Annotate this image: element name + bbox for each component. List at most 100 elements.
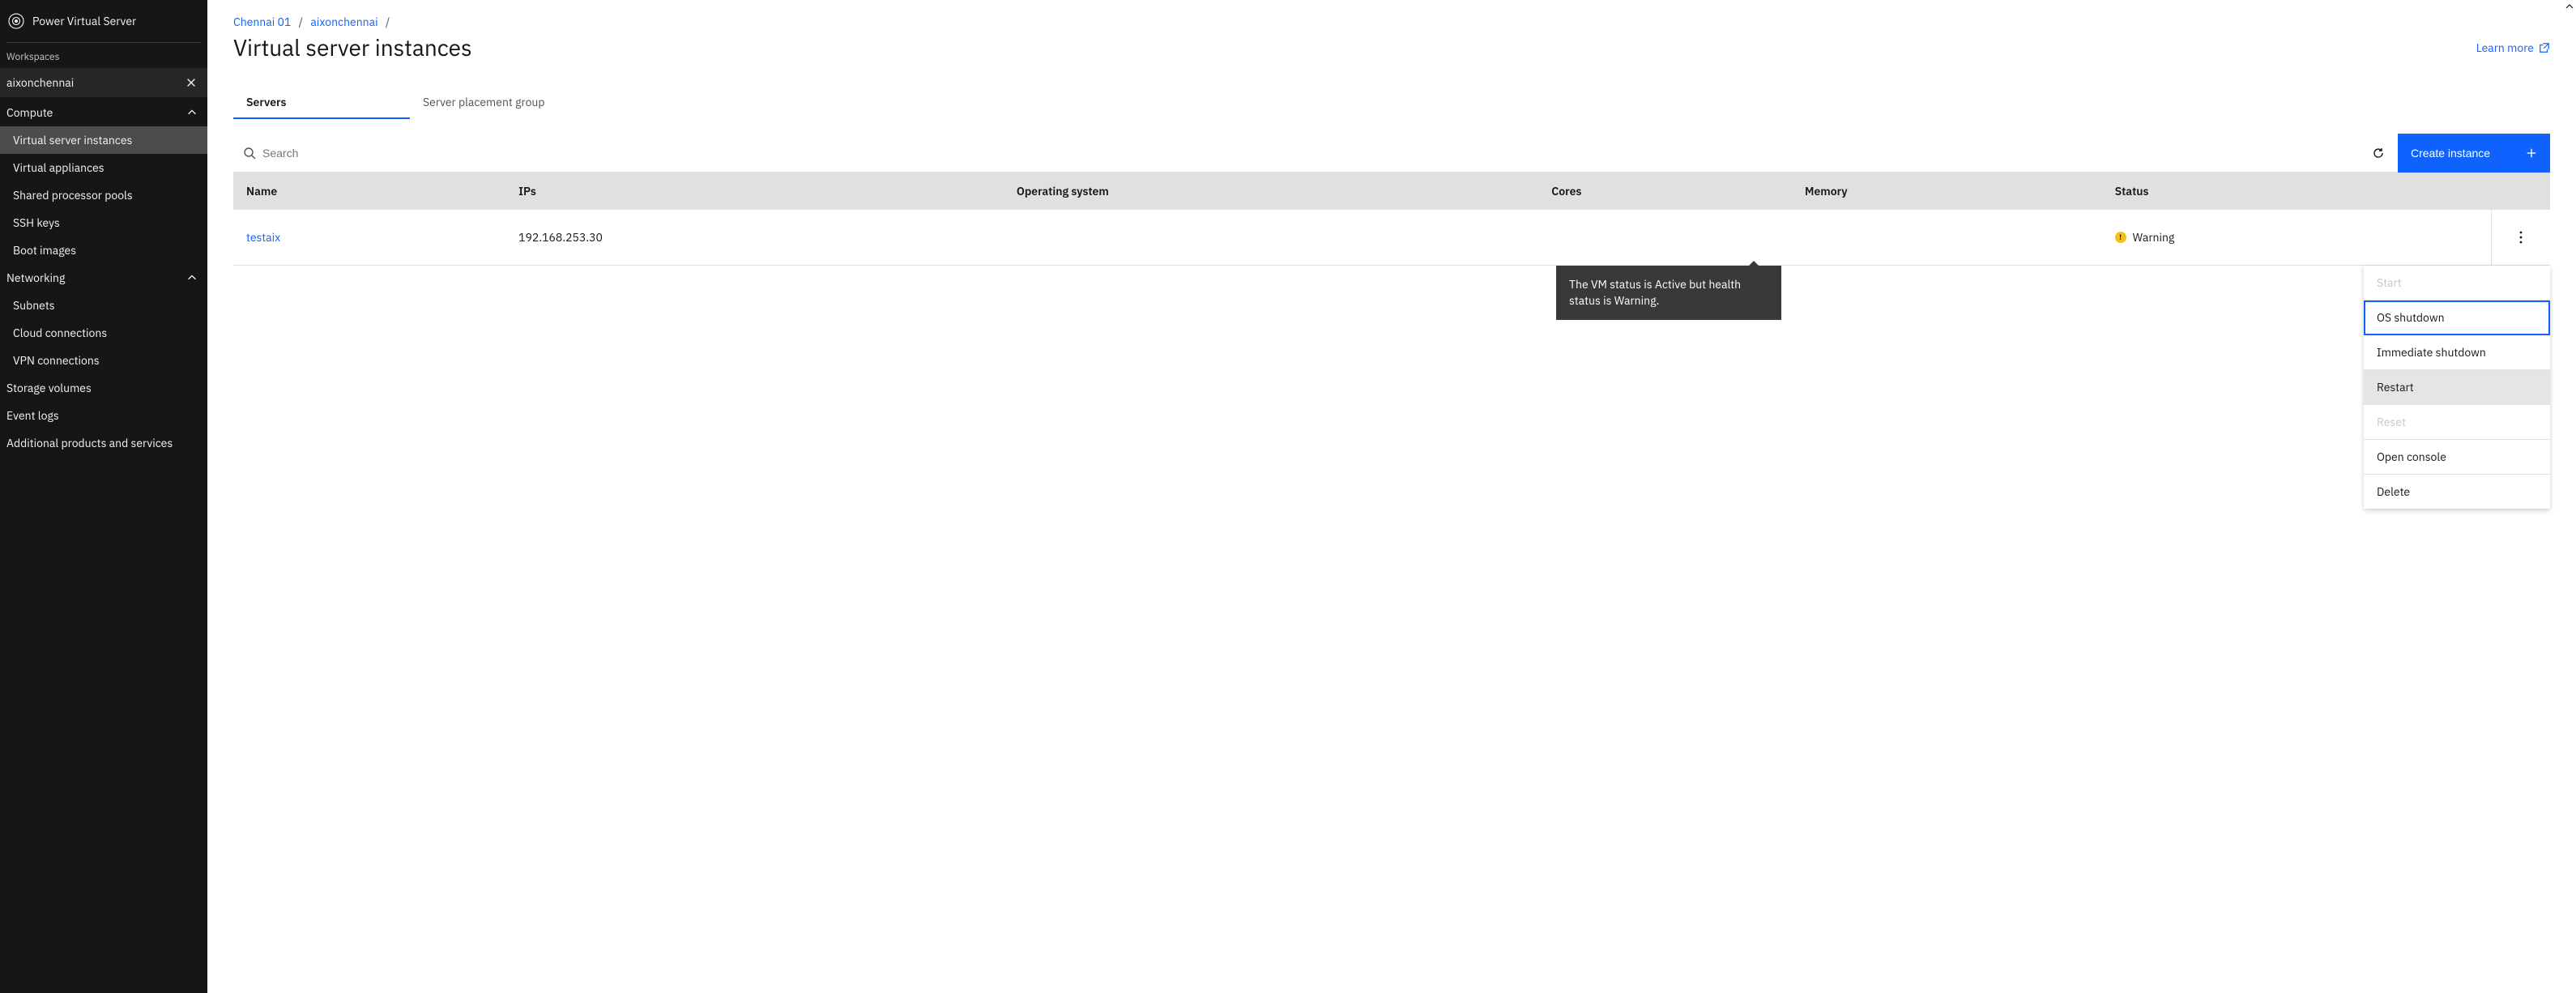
search-wrapper: [233, 134, 2359, 173]
nav-item-label: Shared processor pools: [13, 188, 133, 202]
refresh-button[interactable]: [2359, 134, 2398, 173]
sidebar-item-virtual-server-instances[interactable]: Virtual server instances: [0, 126, 207, 154]
breadcrumb-sep: /: [381, 15, 395, 29]
product-icon: [6, 11, 26, 31]
learn-more-label: Learn more: [2476, 40, 2534, 55]
learn-more-link[interactable]: Learn more: [2476, 40, 2550, 55]
nav-item-label: Virtual appliances: [13, 160, 104, 175]
menu-item-immediate-shutdown[interactable]: Immediate shutdown: [2364, 335, 2550, 370]
col-memory[interactable]: Memory: [1792, 173, 2102, 210]
workspace-name: aixonchennai: [6, 75, 74, 90]
tab-label: Servers: [246, 95, 287, 109]
breadcrumb-region[interactable]: Chennai 01: [233, 15, 291, 29]
nav-item-label: Storage volumes: [6, 381, 92, 395]
nav-item-label: Event logs: [6, 408, 59, 423]
instance-cores: [1538, 210, 1792, 266]
divider: [6, 42, 201, 43]
workspace-selector[interactable]: aixonchennai: [0, 68, 207, 97]
col-os[interactable]: Operating system: [1004, 173, 1538, 210]
tooltip-text: The VM status is Active but health statu…: [1569, 277, 1741, 308]
table-header-row: Name IPs Operating system Cores Memory S…: [233, 173, 2550, 210]
table-row: testaix 192.168.253.30 Warning: [233, 210, 2550, 266]
main-content: Chennai 01 / aixonchennai / Virtual serv…: [207, 0, 2576, 993]
page-title: Virtual server instances: [233, 32, 472, 62]
instances-table: Name IPs Operating system Cores Memory S…: [233, 173, 2550, 266]
sidebar-item-shared-processor-pools[interactable]: Shared processor pools: [0, 181, 207, 209]
status-cell: Warning: [2115, 230, 2478, 245]
instance-ip: 192.168.253.30: [505, 210, 1004, 266]
status-text: Warning: [2133, 230, 2175, 245]
tabs: Servers Server placement group: [233, 85, 2550, 119]
sidebar-item-storage-volumes[interactable]: Storage volumes: [0, 374, 207, 402]
menu-item-label: Restart: [2377, 380, 2414, 394]
product-title: Power Virtual Server: [32, 14, 136, 28]
nav-item-label: Virtual server instances: [13, 133, 132, 147]
breadcrumb-workspace[interactable]: aixonchennai: [310, 15, 377, 29]
nav-item-label: Subnets: [13, 298, 55, 313]
nav-group-networking[interactable]: Networking: [0, 264, 207, 292]
nav-group-label: Networking: [6, 271, 65, 285]
chevron-up-icon: [186, 107, 198, 118]
tab-servers[interactable]: Servers: [233, 85, 410, 119]
sidebar-item-event-logs[interactable]: Event logs: [0, 402, 207, 429]
create-label: Create instance: [2411, 147, 2490, 160]
menu-item-label: OS shutdown: [2377, 310, 2445, 325]
col-cores[interactable]: Cores: [1538, 173, 1792, 210]
menu-item-label: Open console: [2377, 450, 2446, 464]
col-ips[interactable]: IPs: [505, 173, 1004, 210]
sidebar-item-cloud-connections[interactable]: Cloud connections: [0, 319, 207, 347]
workspaces-label: Workspaces: [0, 51, 207, 68]
status-tooltip: The VM status is Active but health statu…: [1556, 266, 1781, 320]
plus-icon: [2526, 147, 2537, 159]
search-icon: [243, 147, 256, 160]
menu-item-label: Start: [2377, 275, 2402, 290]
nav-item-label: VPN connections: [13, 353, 100, 368]
sidebar-item-virtual-appliances[interactable]: Virtual appliances: [0, 154, 207, 181]
sidebar-item-ssh-keys[interactable]: SSH keys: [0, 209, 207, 237]
menu-item-label: Immediate shutdown: [2377, 345, 2486, 360]
chevron-up-icon: [186, 272, 198, 283]
nav-item-label: SSH keys: [13, 215, 60, 230]
tab-label: Server placement group: [423, 95, 545, 109]
row-actions-menu: Start OS shutdown Immediate shutdown Res…: [2364, 266, 2550, 509]
create-instance-button[interactable]: Create instance: [2398, 134, 2550, 173]
tab-server-placement-group[interactable]: Server placement group: [410, 85, 586, 119]
instance-memory: [1792, 210, 2102, 266]
menu-item-delete[interactable]: Delete: [2364, 475, 2550, 509]
sidebar: Power Virtual Server Workspaces aixonche…: [0, 0, 207, 993]
sidebar-item-vpn-connections[interactable]: VPN connections: [0, 347, 207, 374]
col-name[interactable]: Name: [233, 173, 505, 210]
menu-item-start: Start: [2364, 266, 2550, 300]
nav-group-compute[interactable]: Compute: [0, 99, 207, 126]
row-actions-button[interactable]: [2505, 221, 2537, 254]
page-header: Virtual server instances Learn more: [233, 32, 2550, 62]
menu-item-os-shutdown[interactable]: OS shutdown: [2364, 300, 2550, 335]
close-icon[interactable]: [183, 75, 199, 91]
col-actions: [2492, 173, 2551, 210]
nav-group-label: Compute: [6, 105, 53, 120]
refresh-icon: [2372, 147, 2385, 160]
external-link-icon: [2539, 42, 2550, 53]
sidebar-item-additional-products[interactable]: Additional products and services: [0, 429, 207, 457]
instance-name-link[interactable]: testaix: [246, 230, 280, 245]
menu-item-restart[interactable]: Restart: [2364, 370, 2550, 405]
warning-icon: [2115, 232, 2126, 243]
col-status[interactable]: Status: [2102, 173, 2492, 210]
search-input[interactable]: [262, 134, 2349, 172]
menu-item-label: Reset: [2377, 415, 2406, 429]
scroll-indicator-icon: [2565, 2, 2574, 11]
nav-item-label: Additional products and services: [6, 436, 173, 450]
menu-item-open-console[interactable]: Open console: [2364, 440, 2550, 475]
sidebar-header: Power Virtual Server: [0, 11, 207, 42]
table-toolbar: Create instance: [233, 134, 2550, 173]
nav-item-label: Cloud connections: [13, 326, 107, 340]
menu-item-reset: Reset: [2364, 405, 2550, 440]
menu-item-label: Delete: [2377, 484, 2410, 499]
overflow-menu-icon: [2519, 231, 2523, 244]
nav-item-label: Boot images: [13, 243, 76, 258]
sidebar-item-subnets[interactable]: Subnets: [0, 292, 207, 319]
breadcrumb: Chennai 01 / aixonchennai /: [233, 15, 2550, 29]
breadcrumb-sep: /: [294, 15, 308, 29]
instance-os: [1004, 210, 1538, 266]
sidebar-item-boot-images[interactable]: Boot images: [0, 237, 207, 264]
